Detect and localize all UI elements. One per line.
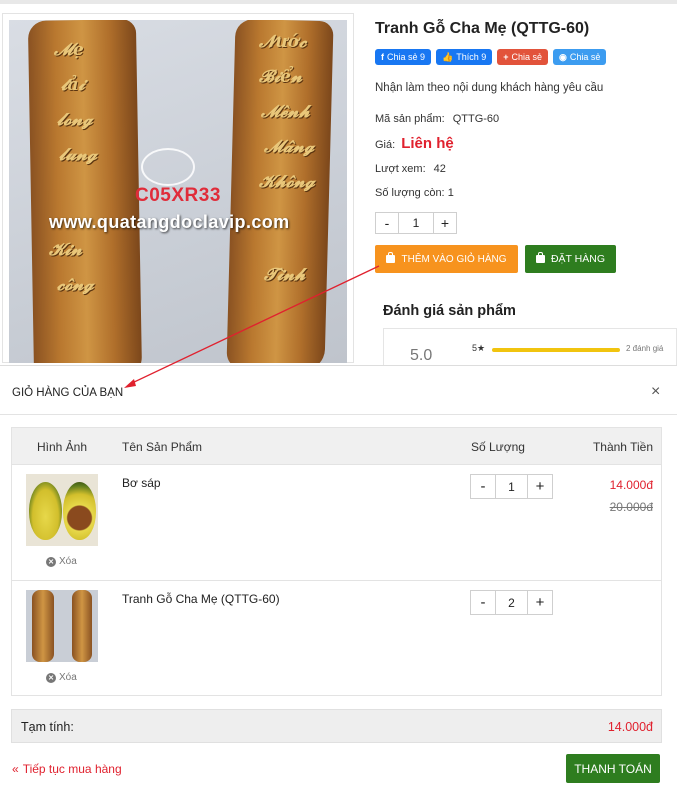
subtotal-label: Tạm tính: [21,720,74,734]
close-icon[interactable]: × [651,383,660,401]
star-rating-bar [492,348,620,352]
facebook-share-button[interactable]: f Chia sẻ 9 [375,49,432,65]
quantity-increase-button[interactable]: + [528,591,552,614]
quantity-decrease-button[interactable]: - [376,213,398,233]
column-product-name: Tên Sản Phẩm [122,440,203,454]
review-count: 2 đánh giá [626,344,664,353]
watermark-site: www.quatangdoclavip.com [49,212,290,232]
column-image: Hình Ảnh [37,440,88,454]
facebook-like-button[interactable]: 👍 Thích 9 [436,49,493,65]
zalo-share-button[interactable]: ◉ Chia sẻ [553,49,607,65]
cart-modal-header: GIỎ HÀNG CỦA BẠN × [0,366,677,415]
top-strip [0,0,677,4]
avocado-image[interactable] [26,474,98,546]
subtotal-value: 14.000đ [607,720,653,734]
watermark-code: C05XR33 [135,185,221,206]
checkout-button[interactable]: THANH TOÁN [566,754,660,783]
product-title: Tranh Gỗ Cha Mẹ (QTTG-60) [375,20,590,37]
order-button[interactable]: ĐẶT HÀNG [525,245,616,273]
item-old-price: 20.000đ [609,500,653,514]
google-plus-share-button[interactable]: + Chia sẻ [497,49,549,65]
product-code: Mã sản phẩm: QTTG-60 [375,113,500,125]
wood-panel-left [27,20,143,363]
remove-icon: ✕ [46,672,56,683]
watermark-logo [141,148,195,186]
remove-button[interactable]: ✕ Xóa [46,556,77,567]
cart-table-header: Hình Ảnh Tên Sản Phẩm Số Lượng Thành Tiề… [12,428,661,465]
item-price: 14.000đ [609,478,653,492]
share-buttons: f Chia sẻ 9 👍 Thích 9 + Chia sẻ ◉ Chia sẻ [375,49,607,65]
product-stock: Số lượng còn: 1 [375,187,454,199]
cart-quantity-stepper: - 1 + [470,474,553,499]
review-score: 5.0 [410,347,433,364]
zalo-icon: ◉ [559,51,567,62]
double-chevron-left-icon: « [12,762,19,776]
cart-modal: GIỎ HÀNG CỦA BẠN × Hình Ảnh Tên Sản Phẩm… [0,365,677,810]
quantity-input[interactable]: 1 [495,475,528,498]
column-total: Thành Tiền [592,440,653,454]
add-to-cart-button[interactable]: THÊM VÀO GIỎ HÀNG [375,245,518,273]
cart-item-name[interactable]: Tranh Gỗ Cha Mẹ (QTTG-60) [122,592,280,606]
cart-title: GIỎ HÀNG CỦA BẠN [12,387,124,399]
quantity-input[interactable]: 1 [398,213,434,233]
product-price: Giá: Liên hệ [375,135,454,152]
quantity-decrease-button[interactable]: - [471,591,495,614]
cart-item-name[interactable]: Bơ sáp [122,476,161,490]
shopping-bag-icon [535,252,545,263]
quantity-increase-button[interactable]: + [434,213,456,233]
facebook-icon: f [381,52,384,62]
review-title: Đánh giá sản phẩm [383,303,516,319]
remove-button[interactable]: ✕ Xóa [46,672,77,683]
cart-row: ✕ Xóa Tranh Gỗ Cha Mẹ (QTTG-60) - 2 + [12,582,661,695]
product-views: Lượt xem: 42 [375,163,446,175]
product-image-frame: 𝓜ẹ 𝓽ả𝓲 𝓵𝓸𝓷𝓰 𝓵𝓾𝓷𝓰 𝓚𝓲𝓷 𝓬𝓸̂𝓷𝓰 𝓝ướ𝓬 𝓑𝓲ể𝓷 𝓜𝓮̂… [2,13,354,363]
cart-quantity-stepper: - 2 + [470,590,553,615]
product-quantity-stepper: - 1 + [375,212,457,234]
google-plus-icon: + [503,52,509,62]
quantity-increase-button[interactable]: + [528,475,552,498]
product-image[interactable]: 𝓜ẹ 𝓽ả𝓲 𝓵𝓸𝓷𝓰 𝓵𝓾𝓷𝓰 𝓚𝓲𝓷 𝓬𝓸̂𝓷𝓰 𝓝ướ𝓬 𝓑𝓲ể𝓷 𝓜𝓮̂… [9,20,347,363]
remove-icon: ✕ [46,556,56,567]
quantity-decrease-button[interactable]: - [471,475,495,498]
price-value: Liên hệ [401,135,454,152]
quantity-input[interactable]: 2 [495,591,528,614]
star-label: 5★ [472,343,486,353]
subtotal-bar: Tạm tính: 14.000đ [11,709,662,743]
like-icon: 👍 [442,51,454,62]
product-description: Nhận làm theo nội dung khách hàng yêu cầ… [375,82,604,94]
cart-row: ✕ Xóa Bơ sáp - 1 + 14.000đ 20.000đ [12,466,661,581]
continue-shopping-link[interactable]: « Tiếp tục mua hàng [12,762,122,776]
wood-painting-image[interactable] [26,590,98,662]
column-quantity: Số Lượng [471,440,525,454]
shopping-bag-icon [386,252,396,263]
cart-table: Hình Ảnh Tên Sản Phẩm Số Lượng Thành Tiề… [11,427,662,696]
